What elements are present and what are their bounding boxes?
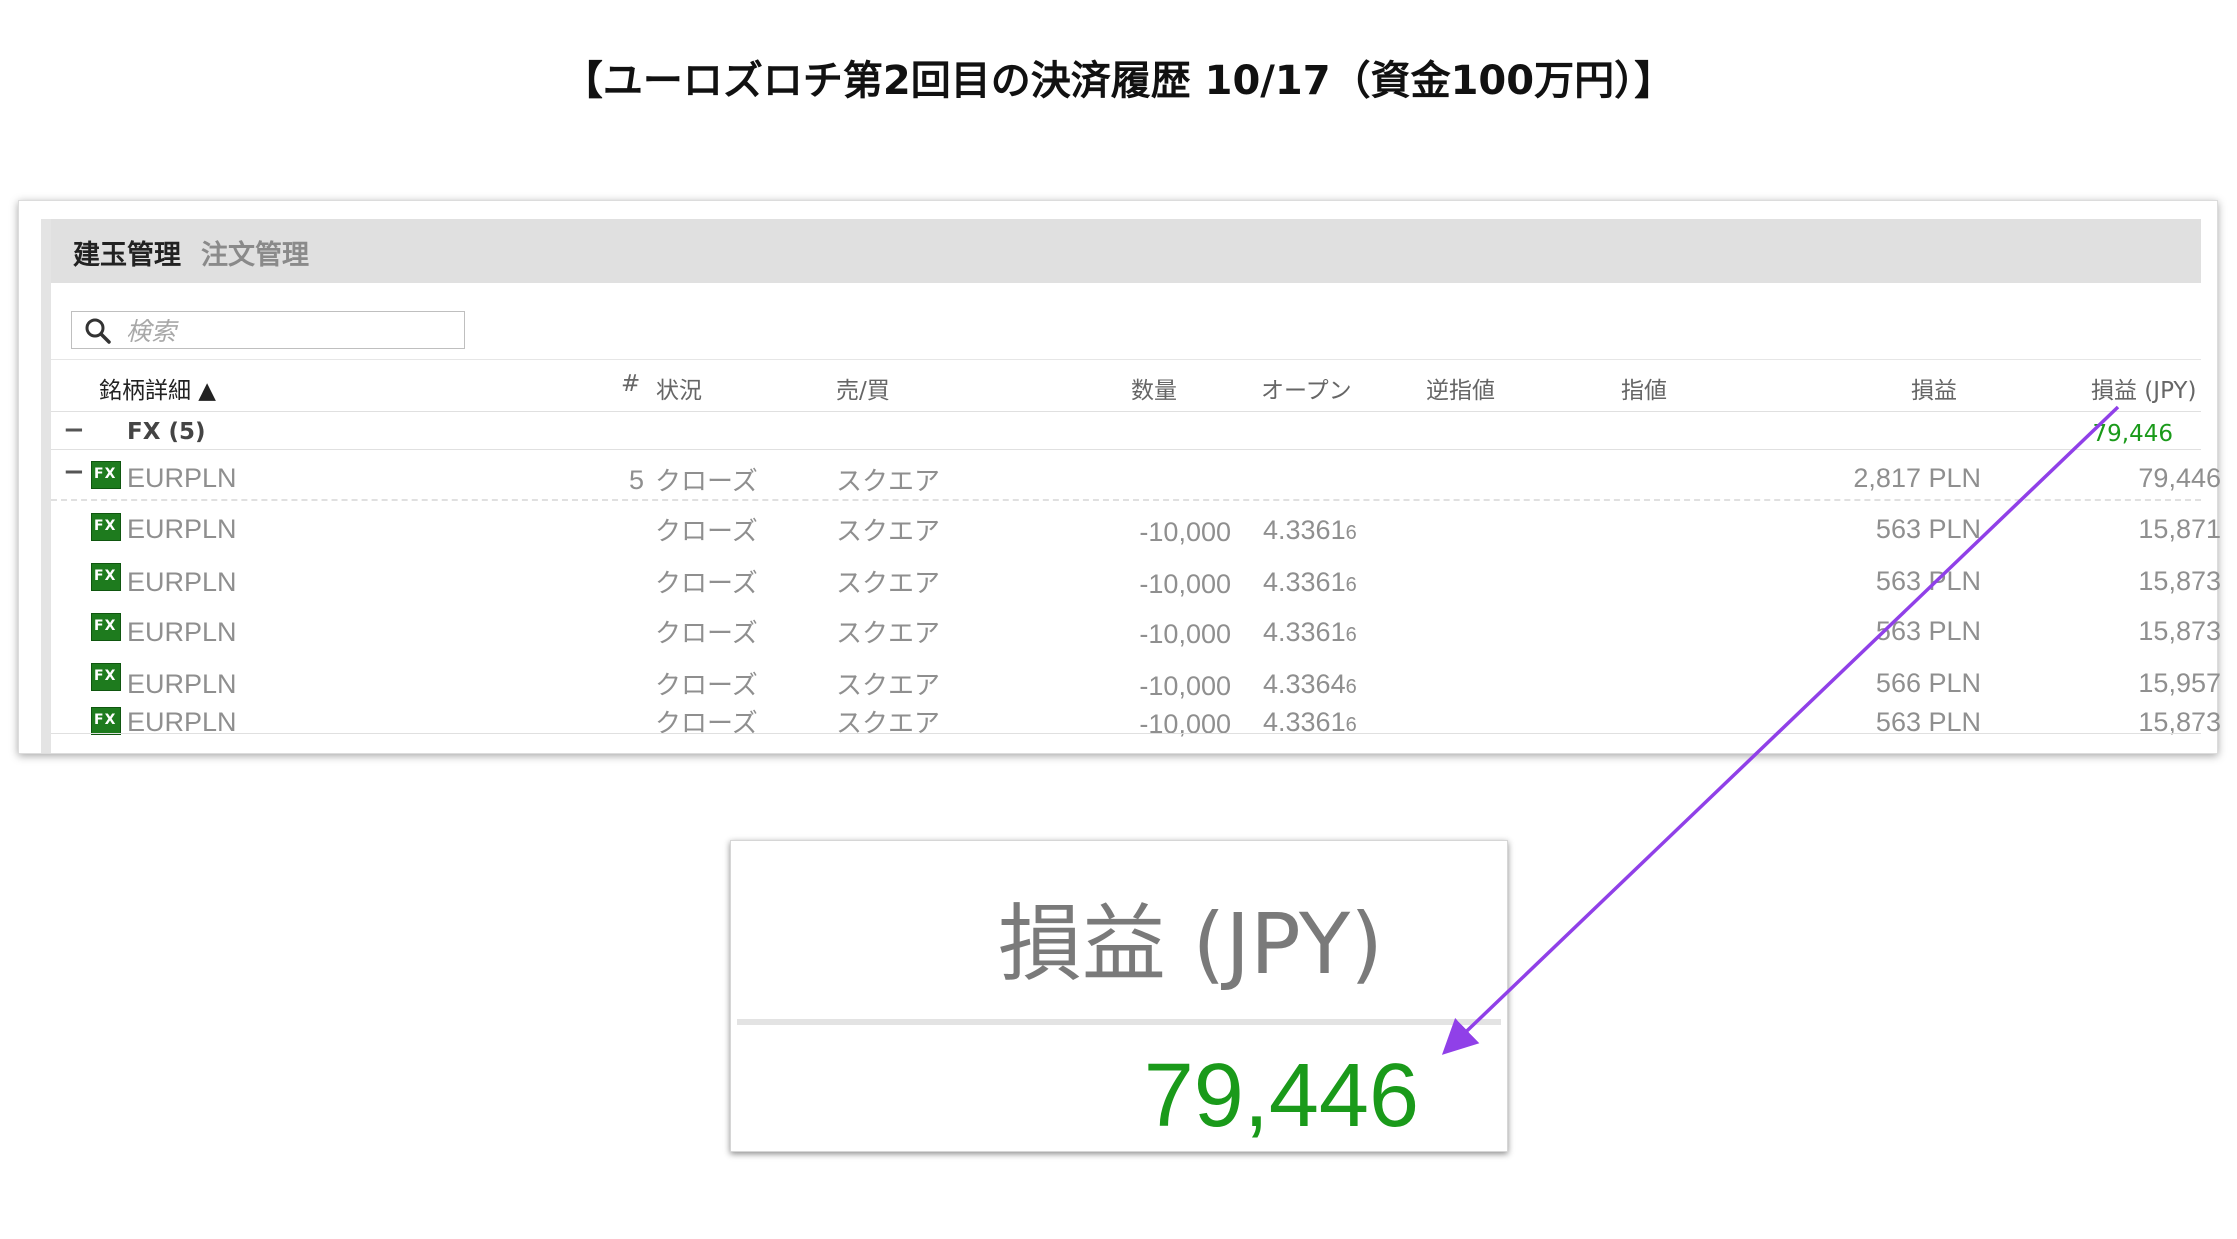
callout-arrow: [1441, 405, 2120, 1055]
arrow-line: [1441, 405, 2120, 1055]
